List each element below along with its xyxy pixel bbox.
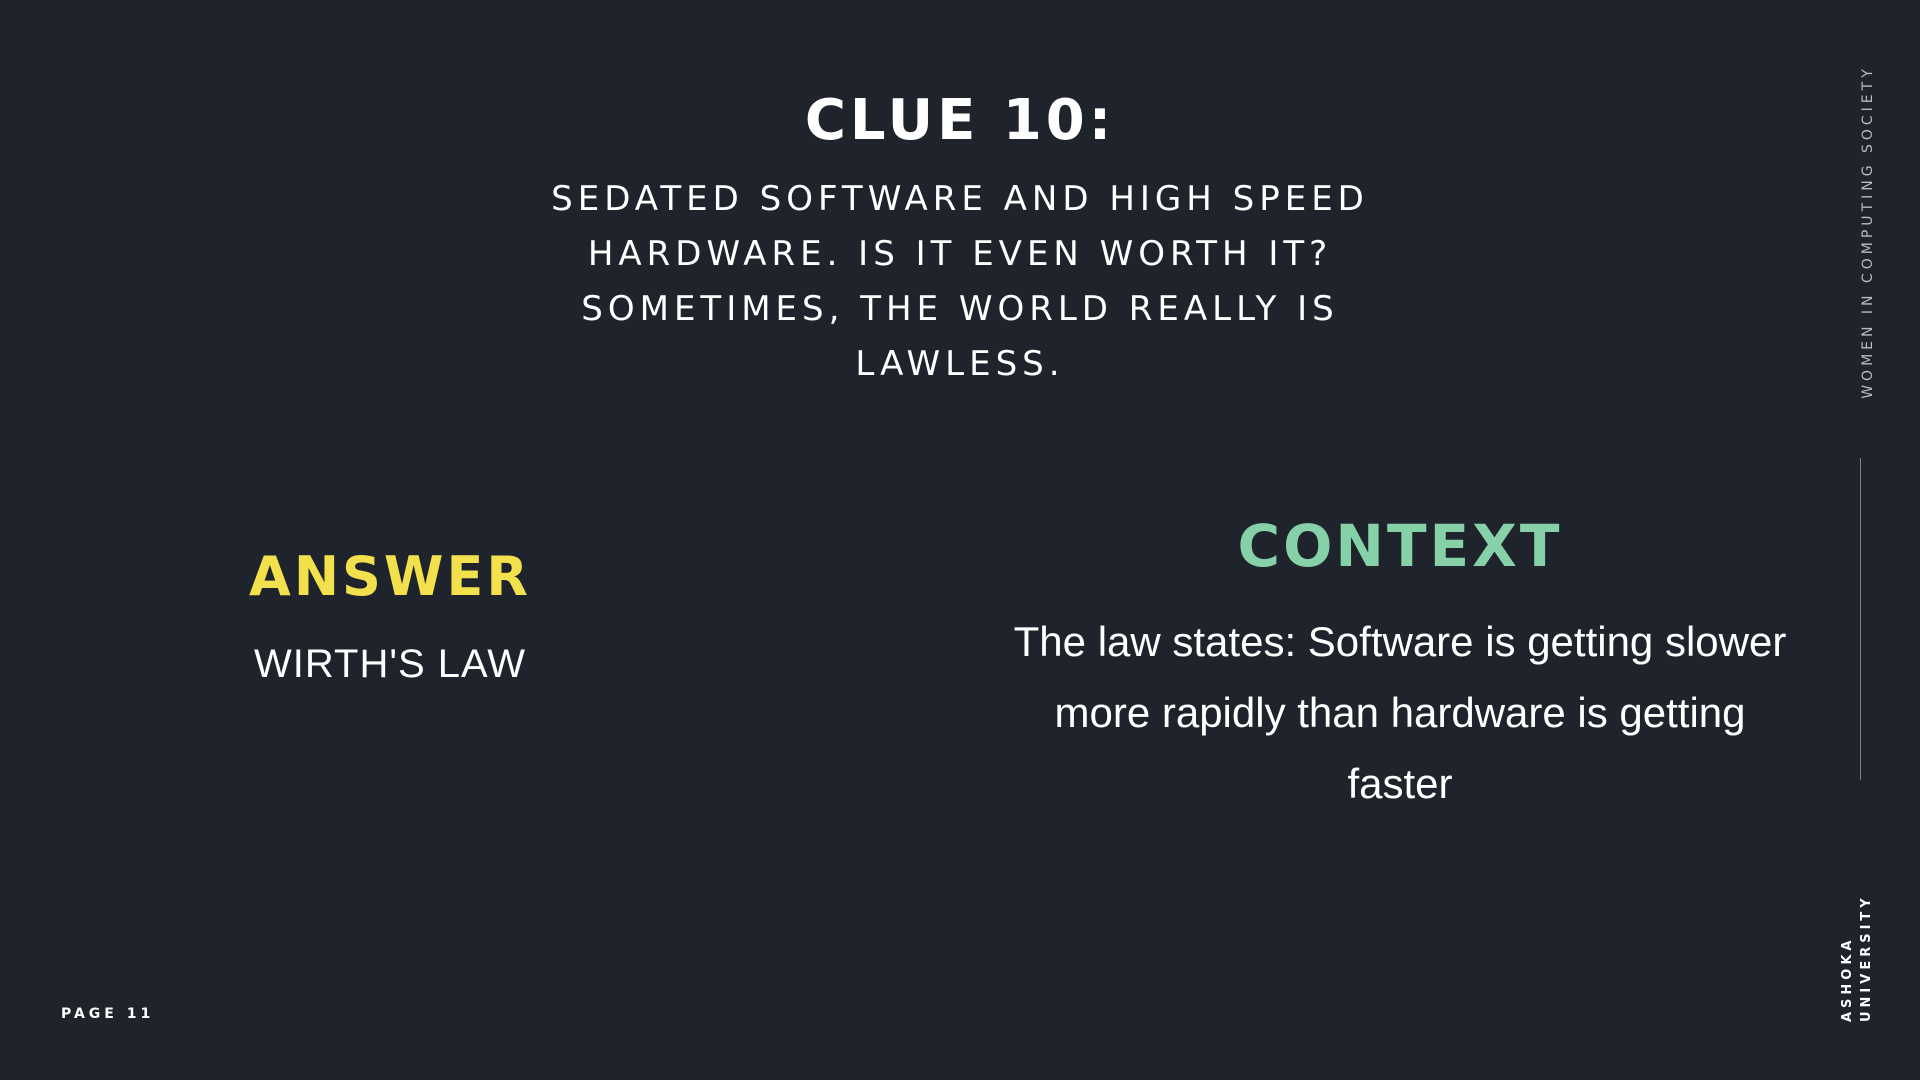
answer-text: WIRTH'S LAW [254,642,526,686]
organization-name: WOMEN IN COMPUTING SOCIETY [1860,65,1876,399]
clue-title: CLUE 10: [804,88,1116,153]
university-line-1: ASHOKA [1840,936,1855,1023]
answer-heading: ANSWER [249,545,531,608]
context-heading: CONTEXT [1237,512,1563,580]
sidebar-university: ASHOKA UNIVERSITY [1836,890,1876,1022]
clue-text: SEDATED SOFTWARE AND HIGH SPEED HARDWARE… [551,179,1369,384]
context-text: The law states: Software is getting slow… [1013,618,1787,807]
page-number: PAGE 11 [61,1006,155,1022]
sidebar-divider [1860,458,1861,780]
university-name: ASHOKA UNIVERSITY [1838,890,1876,1022]
university-line-2: UNIVERSITY [1859,894,1874,1022]
